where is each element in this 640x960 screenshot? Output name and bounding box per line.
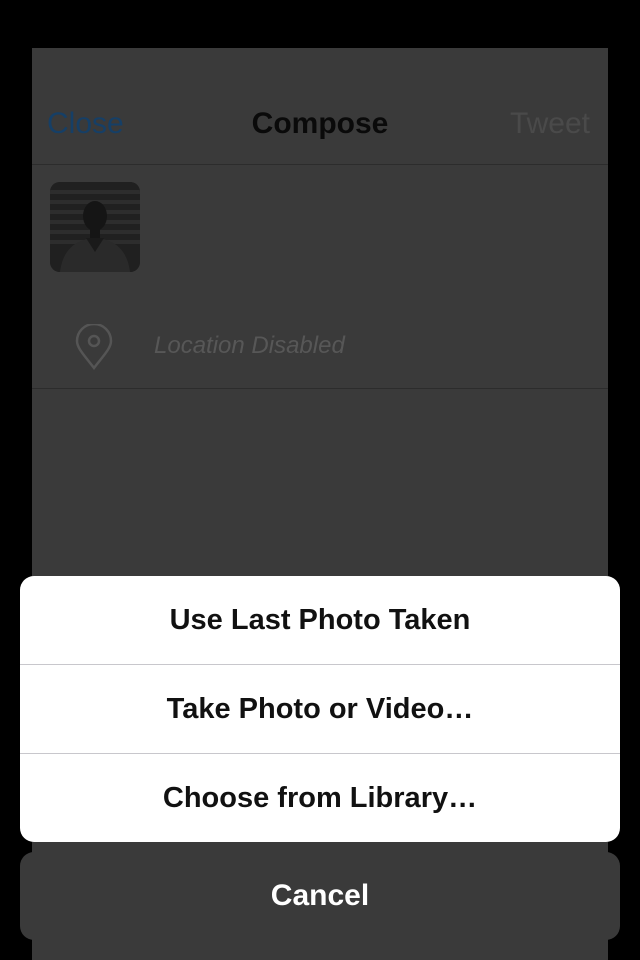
- choose-from-library-button[interactable]: Choose from Library…: [20, 754, 620, 842]
- location-status-text: Location Disabled: [154, 332, 345, 359]
- action-sheet: Use Last Photo Taken Take Photo or Video…: [20, 576, 620, 842]
- location-pin-icon: [75, 324, 113, 370]
- location-row[interactable]: Location Disabled: [32, 298, 608, 389]
- compose-navbar: Close Compose Tweet: [32, 48, 608, 165]
- cancel-button[interactable]: Cancel: [20, 852, 620, 940]
- take-photo-or-video-button[interactable]: Take Photo or Video…: [20, 665, 620, 753]
- avatar-photo-icon: [50, 182, 140, 272]
- avatar: [50, 182, 140, 272]
- use-last-photo-button[interactable]: Use Last Photo Taken: [20, 576, 620, 664]
- tweet-button[interactable]: Tweet: [510, 106, 590, 142]
